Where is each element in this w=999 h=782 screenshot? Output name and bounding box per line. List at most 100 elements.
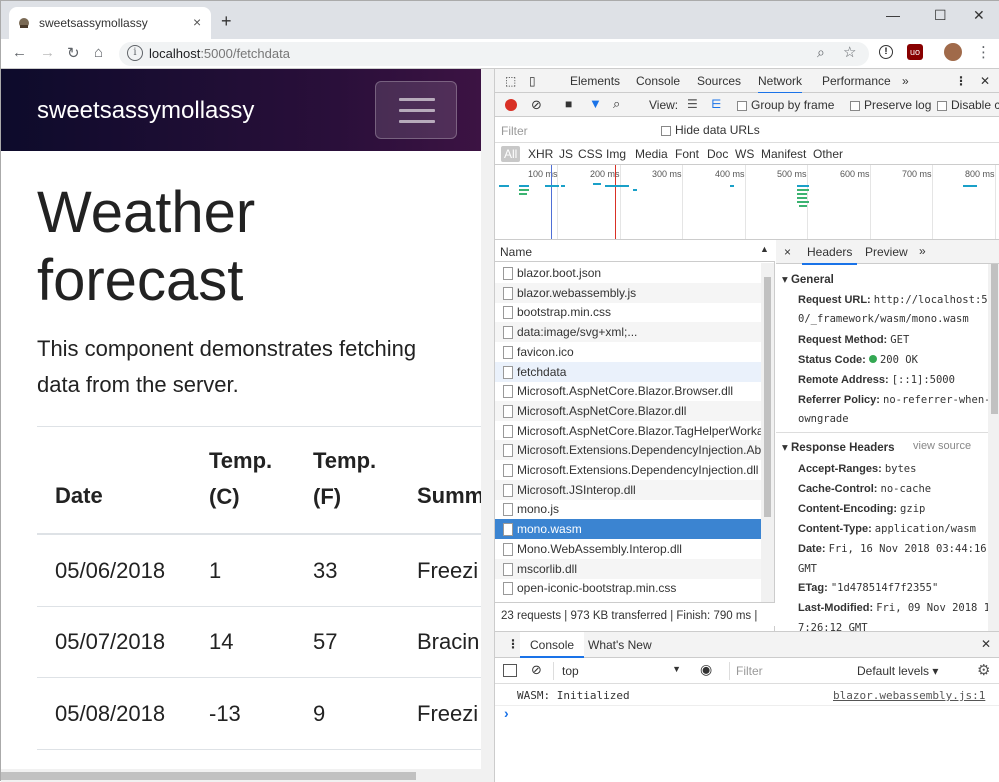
type-css[interactable]: CSS: [578, 147, 603, 161]
tab-performance[interactable]: Performance: [822, 74, 891, 88]
type-js[interactable]: JS: [559, 147, 573, 161]
request-row[interactable]: Microsoft.Extensions.DependencyInjection…: [495, 440, 761, 461]
tab-elements[interactable]: Elements: [570, 74, 620, 88]
type-xhr[interactable]: XHR: [528, 147, 553, 161]
tab-network[interactable]: Network: [758, 74, 803, 94]
request-row[interactable]: Microsoft.JSInterop.dll: [495, 479, 761, 500]
console-filter-input[interactable]: Filter: [729, 662, 847, 680]
request-row[interactable]: fetchdata: [495, 361, 761, 382]
brand-link[interactable]: sweetsassymollassy: [37, 97, 254, 125]
live-expression-eye-icon[interactable]: ◉: [700, 661, 712, 678]
clear-icon[interactable]: ⊘: [531, 97, 542, 113]
request-row[interactable]: Microsoft.AspNetCore.Blazor.TagHelperWor…: [495, 421, 761, 441]
console-source-link[interactable]: blazor.webassembly.js:1: [833, 689, 985, 702]
minimize-button[interactable]: —: [886, 7, 900, 23]
extension-info-icon[interactable]: !: [879, 45, 893, 59]
page-vertical-scrollbar[interactable]: [481, 69, 494, 782]
info-icon[interactable]: i: [127, 45, 143, 61]
request-row[interactable]: data:image/svg+xml;...: [495, 322, 761, 343]
drawer-tab-whats-new[interactable]: What's New: [588, 638, 652, 652]
group-by-frame-checkbox[interactable]: Group by frame: [737, 98, 834, 112]
request-row[interactable]: open-iconic-bootstrap.min.css: [495, 578, 761, 598]
request-row[interactable]: blazor.boot.json: [495, 263, 761, 283]
hide-data-urls-checkbox[interactable]: Hide data URLs: [661, 123, 760, 137]
preserve-log-checkbox[interactable]: Preserve log: [850, 98, 931, 112]
back-icon[interactable]: ←: [12, 44, 27, 61]
home-icon[interactable]: ⌂: [94, 44, 103, 61]
request-row[interactable]: Microsoft.AspNetCore.Blazor.Browser.dll: [495, 381, 761, 401]
tab-close-icon[interactable]: ×: [193, 14, 201, 30]
drawer-tab-console[interactable]: Console: [520, 632, 585, 658]
log-levels-dropdown[interactable]: Default levels ▾: [857, 664, 938, 678]
sidebar-toggle-icon[interactable]: [503, 664, 517, 677]
more-tabs-icon[interactable]: »: [902, 74, 909, 88]
console-settings-gear-icon[interactable]: ⚙: [977, 661, 990, 679]
request-list-scrollbar[interactable]: [761, 263, 774, 603]
search-icon[interactable]: ⌕: [613, 96, 620, 112]
response-headers-title[interactable]: ▾ Response Headers: [782, 440, 895, 454]
request-row[interactable]: mono.js: [495, 499, 761, 519]
more-detail-tabs-icon[interactable]: »: [919, 244, 926, 258]
type-font[interactable]: Font: [675, 147, 699, 161]
type-other[interactable]: Other: [813, 147, 843, 161]
console-toolbar: ⊘ top ▼ ◉ Filter Default levels ▾ ⚙: [495, 658, 999, 684]
menu-dots-icon[interactable]: ⋮: [976, 43, 991, 61]
drawer-menu-icon[interactable]: ⋮: [507, 637, 519, 651]
ublock-icon[interactable]: uo: [907, 44, 923, 60]
view-source-link[interactable]: view source: [913, 440, 971, 452]
context-select[interactable]: top ▼: [553, 662, 687, 680]
tab-sources[interactable]: Sources: [697, 74, 741, 88]
page-horizontal-scrollbar[interactable]: [1, 769, 481, 782]
type-doc[interactable]: Doc: [707, 147, 728, 161]
name-column-header[interactable]: Name ▲: [495, 240, 775, 262]
inspect-icon[interactable]: ⬚: [505, 74, 516, 88]
type-img[interactable]: Img: [606, 147, 626, 161]
drawer-close-icon[interactable]: ✕: [981, 637, 991, 651]
devtools-tabbar: ⬚ ▯ Elements Console Sources Network Per…: [495, 69, 999, 94]
request-row[interactable]: mscorlib.dll: [495, 558, 761, 579]
response-headers-list: Accept-Ranges: bytes Cache-Control: no-ca…: [776, 460, 990, 631]
devtools-close-icon[interactable]: ✕: [980, 74, 990, 88]
request-row[interactable]: blazor.webassembly.js: [495, 282, 761, 303]
screenshot-icon[interactable]: ■: [565, 97, 572, 111]
filter-icon[interactable]: ▼: [589, 96, 602, 111]
waterfall-icon[interactable]: ⋿: [711, 97, 721, 111]
tab-headers[interactable]: Headers: [802, 245, 858, 265]
console-clear-icon[interactable]: ⊘: [531, 662, 542, 678]
request-row[interactable]: favicon.ico: [495, 342, 761, 362]
address-bar[interactable]: i localhost:5000/fetchdata ⌕ ☆: [119, 42, 869, 66]
close-details-icon[interactable]: ×: [784, 245, 791, 259]
tab-preview[interactable]: Preview: [865, 245, 908, 259]
maximize-button[interactable]: ☐: [934, 7, 947, 24]
general-section-title[interactable]: ▾ General: [782, 272, 834, 286]
browser-tab[interactable]: sweetsassymollassy ×: [9, 7, 211, 39]
large-rows-icon[interactable]: ☰: [687, 97, 698, 111]
new-tab-button[interactable]: +: [221, 11, 232, 32]
reload-icon[interactable]: ↻: [67, 44, 80, 62]
type-media[interactable]: Media: [635, 147, 668, 161]
request-row[interactable]: Mono.WebAssembly.Interop.dll: [495, 539, 761, 559]
request-row[interactable]: Microsoft.Extensions.DependencyInjection…: [495, 460, 761, 480]
details-scrollbar[interactable]: [988, 264, 999, 631]
tab-console[interactable]: Console: [636, 74, 680, 88]
request-row[interactable]: mono.wasm: [495, 519, 761, 540]
devtools-menu-icon[interactable]: ⋮: [955, 74, 967, 88]
navbar-toggler-button[interactable]: [375, 81, 457, 139]
bookmark-star-icon[interactable]: ☆: [843, 43, 856, 61]
request-row[interactable]: bootstrap.min.css: [495, 302, 761, 322]
device-toolbar-icon[interactable]: ▯: [529, 74, 536, 88]
console-prompt[interactable]: ›: [504, 705, 509, 721]
zoom-icon[interactable]: ⌕: [817, 44, 825, 61]
disable-cache-checkbox[interactable]: Disable c: [937, 98, 999, 112]
network-overview-timeline[interactable]: 100 ms 200 ms 300 ms 400 ms 500 ms 600 m…: [495, 165, 999, 240]
forward-icon[interactable]: →: [40, 44, 55, 61]
type-manifest[interactable]: Manifest: [761, 147, 806, 161]
avatar[interactable]: [944, 43, 962, 61]
window-close-button[interactable]: ✕: [973, 7, 985, 24]
network-filter-input[interactable]: Filter: [501, 124, 528, 138]
sort-up-icon[interactable]: ▲: [760, 244, 769, 254]
record-icon[interactable]: [505, 99, 517, 111]
type-all[interactable]: All: [501, 146, 521, 162]
type-ws[interactable]: WS: [735, 147, 754, 161]
request-row[interactable]: Microsoft.AspNetCore.Blazor.dll: [495, 400, 761, 421]
